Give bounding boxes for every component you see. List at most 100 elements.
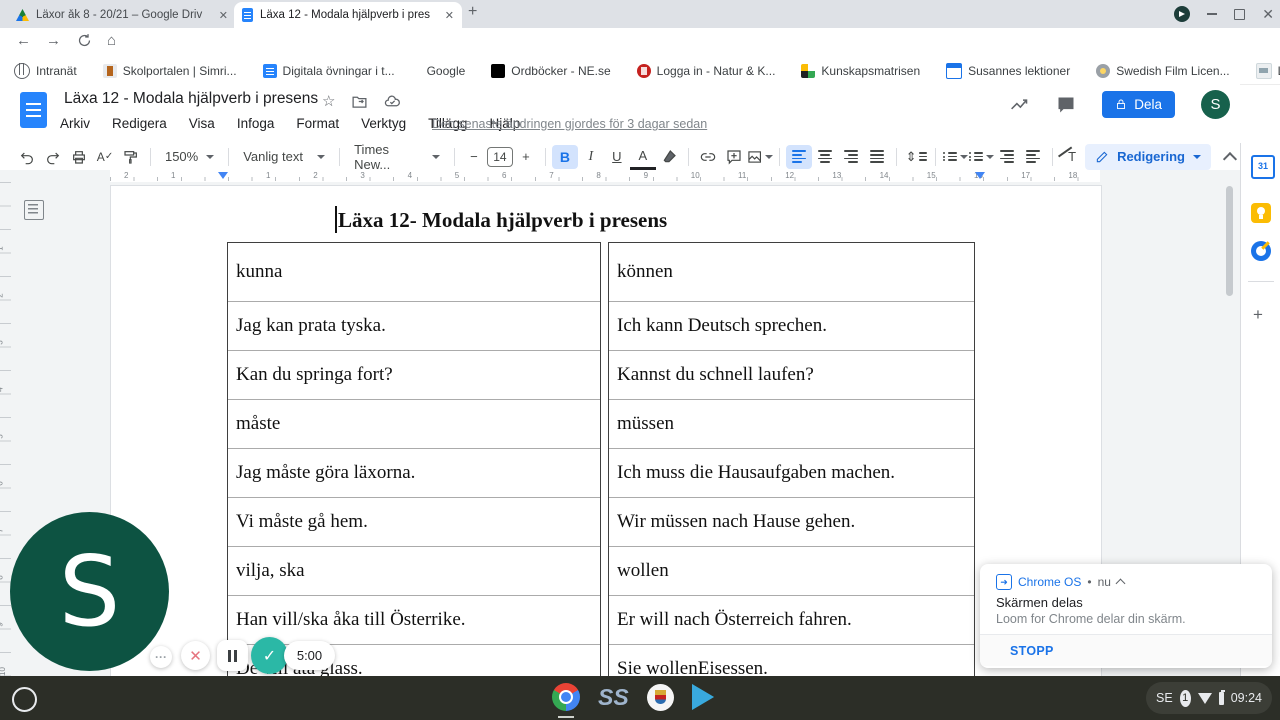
google-calendar-icon[interactable]: 31	[1251, 155, 1275, 179]
google-keep-icon[interactable]	[1251, 203, 1271, 223]
table-cell[interactable]: Vi måste gå hem.	[228, 497, 600, 546]
share-button[interactable]: Dela	[1102, 91, 1175, 118]
restore-window-icon[interactable]	[1234, 8, 1246, 20]
ss-app-icon[interactable]: SS	[598, 683, 629, 711]
bookmark-item[interactable]: Kunskapsmatrisen	[801, 64, 920, 78]
menu-visa[interactable]: Visa	[189, 116, 215, 131]
cloud-saved-icon[interactable]	[384, 93, 401, 110]
menu-verktyg[interactable]: Verktyg	[361, 116, 406, 131]
horizontal-ruler[interactable]: 2 1 1 2 3 4 5 6 7 8 9 10 11 12 13 14 15 16 17 18	[0, 170, 1240, 183]
google-tasks-icon[interactable]	[1251, 241, 1271, 261]
table-cell[interactable]: Wir müssen nach Hause gehen.	[609, 497, 974, 546]
account-avatar[interactable]: S	[1201, 90, 1230, 119]
menu-redigera[interactable]: Redigera	[112, 116, 167, 131]
table-cell[interactable]: können	[609, 243, 974, 301]
table-cell[interactable]: kunna	[228, 243, 600, 301]
home-icon[interactable]: ⌂	[107, 32, 116, 49]
font-select[interactable]: Times New...	[346, 142, 448, 172]
align-left-icon[interactable]	[786, 144, 813, 169]
table-cell[interactable]: Ich kann Deutsch sprechen.	[609, 301, 974, 350]
bookmark-item[interactable]: LearningApps.org -...	[1255, 63, 1280, 79]
launcher-icon[interactable]	[12, 687, 37, 712]
bookmark-item[interactable]: Swedish Film Licen...	[1096, 64, 1230, 78]
bold-icon[interactable]: B	[551, 144, 578, 169]
table-cell[interactable]: müssen	[609, 399, 974, 448]
table-cell[interactable]: Jag måste göra läxorna.	[228, 448, 600, 497]
decrease-indent-icon[interactable]	[994, 145, 1020, 169]
add-comment-icon[interactable]	[721, 145, 747, 169]
insert-link-icon[interactable]	[695, 145, 721, 169]
document-outline-icon[interactable]	[24, 200, 44, 220]
stop-sharing-button[interactable]: STOPP	[980, 634, 1272, 666]
loom-cancel-button[interactable]: ✕	[181, 641, 210, 670]
collapse-notification-icon[interactable]	[1115, 578, 1126, 589]
italic-icon[interactable]: I	[578, 145, 604, 169]
spellcheck-icon[interactable]: A ✓	[92, 145, 118, 169]
last-edit-link[interactable]: Den senaste ändringen gjordes för 3 daga…	[432, 117, 707, 131]
table-cell[interactable]: wollen	[609, 546, 974, 595]
bookmark-item[interactable]: Skolportalen | Simri...	[102, 64, 237, 78]
text-color-icon[interactable]: A	[629, 143, 656, 170]
vertical-ruler[interactable]: 1 2 3 4 5 6 7 8 9 10	[0, 182, 11, 676]
minimize-window-icon[interactable]	[1207, 13, 1218, 15]
insert-image-icon[interactable]	[747, 145, 774, 169]
menu-arkiv[interactable]: Arkiv	[60, 116, 90, 131]
numbered-list-icon[interactable]	[942, 145, 968, 169]
table-cell[interactable]: måste	[228, 399, 600, 448]
add-addon-icon[interactable]: +	[1253, 305, 1263, 325]
bookmark-item[interactable]: Digitala övningar i t...	[262, 64, 395, 78]
bookmark-item[interactable]: Ordböcker - NE.se	[491, 64, 611, 78]
new-tab-button[interactable]: +	[468, 3, 477, 21]
undo-icon[interactable]	[14, 145, 40, 169]
menu-format[interactable]: Format	[296, 116, 339, 131]
bookmark-item[interactable]: Susannes lektioner	[946, 63, 1070, 79]
loom-recording-indicator-icon[interactable]	[1174, 6, 1191, 22]
forward-icon[interactable]: →	[46, 32, 61, 49]
bookmark-item[interactable]: Intranät	[14, 63, 77, 79]
close-tab-icon[interactable]: ✕	[219, 9, 228, 22]
menu-infoga[interactable]: Infoga	[237, 116, 275, 131]
increase-indent-icon[interactable]	[1020, 145, 1046, 169]
paragraph-style-select[interactable]: Vanlig text	[235, 145, 333, 169]
close-tab-icon[interactable]: ✕	[445, 9, 454, 22]
star-document-icon[interactable]: ☆	[322, 92, 335, 110]
move-folder-icon[interactable]	[351, 93, 368, 110]
play-store-icon[interactable]	[691, 684, 714, 710]
loom-more-button[interactable]: ···	[150, 646, 172, 668]
highlight-icon[interactable]	[656, 145, 682, 169]
table-cell[interactable]: Er will nach Österreich fahren.	[609, 595, 974, 644]
redo-icon[interactable]	[40, 145, 66, 169]
align-right-icon[interactable]	[838, 145, 864, 169]
vertical-scrollbar[interactable]	[1226, 186, 1233, 296]
font-size-field[interactable]: 14	[486, 146, 513, 167]
editing-mode-select[interactable]: Redigering	[1085, 143, 1211, 170]
clear-formatting-icon[interactable]: T	[1059, 145, 1085, 169]
table-column-swedish[interactable]: kunna Jag kan prata tyska. Kan du springa …	[227, 242, 601, 676]
comments-icon[interactable]	[1056, 95, 1076, 115]
reload-icon[interactable]	[76, 32, 93, 53]
close-window-icon[interactable]: ✕	[1262, 7, 1274, 21]
back-icon[interactable]: ←	[16, 32, 31, 49]
decrease-font-icon[interactable]: −	[461, 145, 487, 169]
collapse-toolbar-icon[interactable]	[1222, 151, 1237, 166]
table-cell[interactable]: Jag kan prata tyska.	[228, 301, 600, 350]
align-center-icon[interactable]	[812, 145, 838, 169]
loom-camera-bubble[interactable]: S	[10, 512, 169, 671]
google-docs-logo-icon[interactable]	[20, 92, 47, 128]
tab-google-docs[interactable]: Läxa 12 - Modala hjälpverb i pres ✕	[234, 2, 462, 28]
loom-pause-button[interactable]	[217, 640, 248, 671]
print-icon[interactable]	[66, 145, 92, 169]
document-heading[interactable]: Läxa 12- Modala hjälpverb i presens	[338, 208, 667, 233]
activity-trend-icon[interactable]	[1009, 94, 1030, 115]
table-cell[interactable]: vilja, ska	[228, 546, 600, 595]
tab-google-drive[interactable]: Läxor åk 8 - 20/21 – Google Driv ✕	[8, 2, 236, 28]
bulleted-list-icon[interactable]	[968, 145, 994, 169]
indent-marker[interactable]	[218, 172, 228, 179]
bookmark-item[interactable]: Logga in - Natur & K...	[636, 64, 775, 78]
table-cell[interactable]: Han vill/ska åka till Österrike.	[228, 595, 600, 644]
document-page[interactable]: Läxa 12- Modala hjälpverb i presens kunn…	[110, 185, 1102, 676]
align-justify-icon[interactable]	[864, 145, 890, 169]
zoom-select[interactable]: 150%	[157, 145, 222, 169]
table-cell[interactable]: Ich muss die Hausaufgaben machen.	[609, 448, 974, 497]
indent-marker[interactable]	[975, 172, 985, 179]
